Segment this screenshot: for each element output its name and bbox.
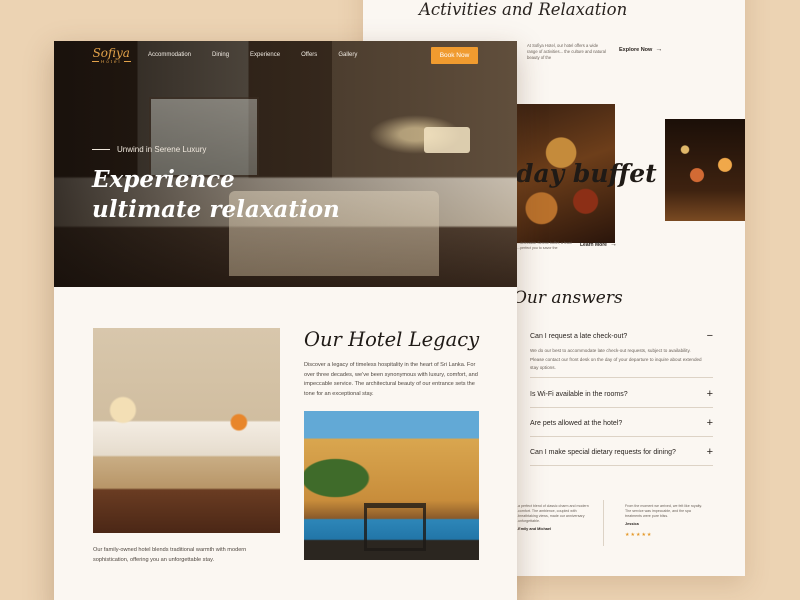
faq-question: Can I request a late check-out? [530,332,628,340]
buffet-description: ...delectable Serene buffet, a feast ...… [517,241,572,250]
patio-table-shape [364,503,426,551]
explore-now-link[interactable]: Explore Now → [619,46,663,53]
faq-heading: Our answers [513,288,623,308]
activities-heading: Elevate Your Stay with Memorable Activit… [419,0,628,19]
book-now-button[interactable]: Book Now [431,47,478,64]
hotel-logo[interactable]: Sofiya Hotel [92,46,131,64]
plus-icon[interactable]: + [707,417,713,429]
plus-icon[interactable]: + [707,388,713,400]
faq-item[interactable]: Can I request a late check-out? − We do o… [530,330,713,378]
faq-question: Can I make special dietary requests for … [530,448,676,456]
faq-question: Are pets allowed at the hotel? [530,419,623,427]
hero-tagline-text: Unwind in Serene Luxury [117,145,207,154]
star-rating: ★★★★★ [625,532,653,538]
nav-item-dining[interactable]: Dining [212,52,229,58]
nav-item-experience[interactable]: Experience [250,52,280,58]
testimonial-author: ...Emily and Michael [515,527,552,531]
room-caption: Our family-owned hotel blends traditiona… [93,547,247,563]
faq-answer: We do our best to accommodate late check… [530,348,702,370]
tagline-rule [92,149,110,150]
plus-icon[interactable]: + [707,446,713,458]
legacy-heading: Our Hotel Legacy [304,328,480,351]
main-nav: Accommodation Dining Experience Offers G… [148,52,378,58]
nav-item-accommodation[interactable]: Accommodation [148,52,191,58]
testimonial-card: From the moment we arrived, we felt like… [625,504,703,538]
learn-more-link[interactable]: Learn More → [580,241,617,248]
divider [603,500,604,546]
hero-tagline: Unwind in Serene Luxury [92,145,206,154]
cocktails-image [665,119,745,221]
hero-lamp-image [424,127,470,153]
logo-rule [123,61,131,62]
logo-rule [92,61,99,62]
faq-question: Is Wi-Fi available in the rooms? [530,390,628,398]
testimonial-text: ...a perfect blend of classic charm and … [515,504,589,523]
learn-more-label: Learn More [580,242,607,248]
testimonial-card: ...a perfect blend of classic charm and … [515,504,593,532]
buffet-heading: day buffet [516,159,657,188]
activities-description: At Sofiya Hotel, our hotel offers a wide… [527,43,606,60]
logo-subtitle: Hotel [101,59,122,64]
explore-now-label: Explore Now [619,47,653,53]
courtyard-image [304,411,479,560]
legacy-description: Discover a legacy of timeless hospitalit… [304,362,478,397]
faq-item[interactable]: Is Wi-Fi available in the rooms? + [530,388,713,408]
testimonial-author: Jessica [625,522,639,526]
minus-icon[interactable]: − [707,330,713,342]
nav-item-offers[interactable]: Offers [301,52,317,58]
faq-item[interactable]: Can I make special dietary requests for … [530,446,713,466]
testimonial-text: From the moment we arrived, we felt like… [625,504,703,518]
arrow-right-icon: → [609,241,617,248]
front-page: Sofiya Hotel Accommodation Dining Experi… [54,41,517,600]
arrow-right-icon: → [655,46,663,53]
bedroom-image [93,328,280,533]
hero-section: Sofiya Hotel Accommodation Dining Experi… [54,41,517,287]
faq-item[interactable]: Are pets allowed at the hotel? + [530,417,713,437]
hero-title: Experience ultimate relaxation [92,166,340,223]
nav-item-gallery[interactable]: Gallery [338,52,357,58]
logo-name: Sofiya [92,46,130,60]
